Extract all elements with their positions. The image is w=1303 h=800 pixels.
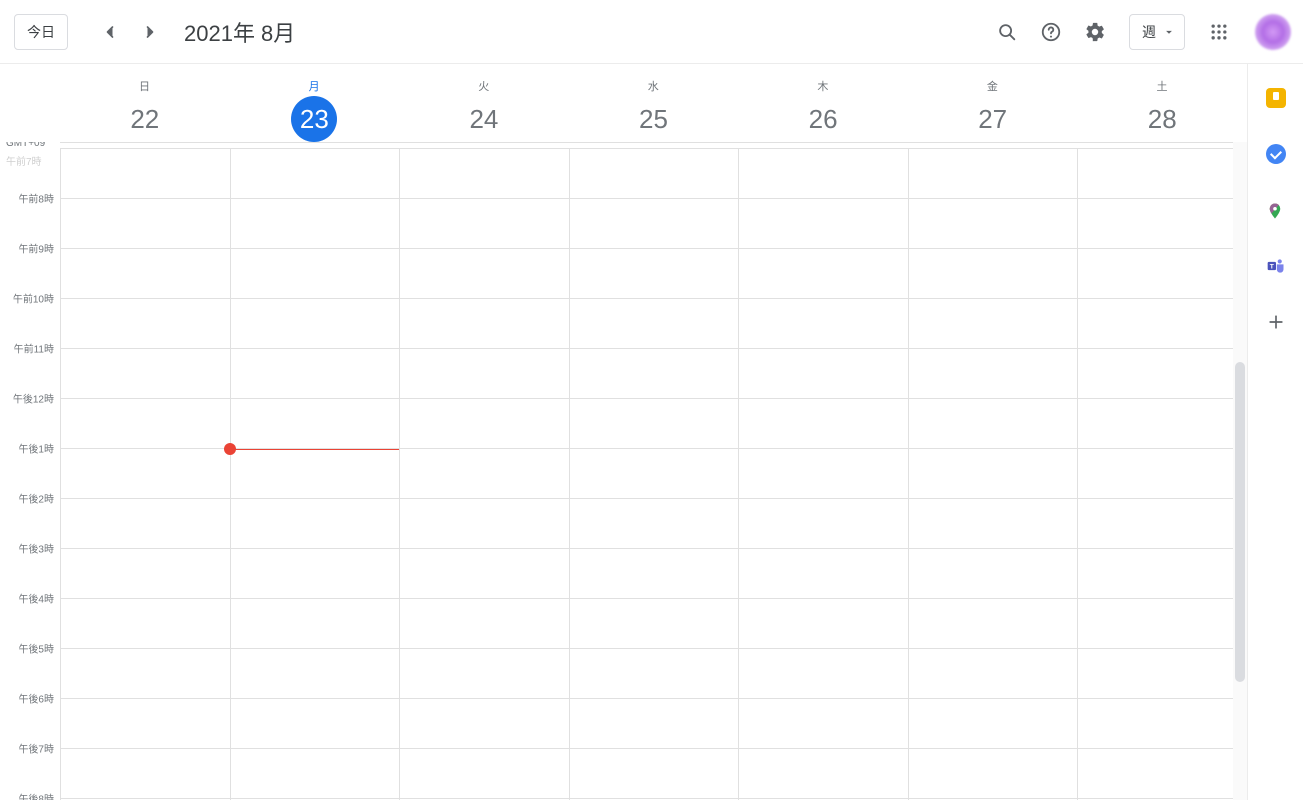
hour-label: 午前11時 <box>14 341 54 356</box>
day-header-26[interactable]: 木 26 <box>738 78 908 142</box>
view-select[interactable]: 週 <box>1129 14 1185 50</box>
day-number-label: 25 <box>631 96 677 142</box>
hour-gridline <box>60 398 1247 399</box>
search-button[interactable] <box>987 12 1027 52</box>
day-number-label: 26 <box>800 96 846 142</box>
day-of-week-label: 月 <box>309 78 321 94</box>
allday-separator <box>60 142 1247 143</box>
day-gridline <box>1077 148 1078 800</box>
next-week-button[interactable] <box>132 14 168 50</box>
hour-gridline <box>60 148 1247 149</box>
scroll-thumb[interactable] <box>1235 362 1245 682</box>
day-of-week-label: 日 <box>139 78 151 94</box>
day-of-week-label: 木 <box>817 78 829 94</box>
hour-gridline <box>60 348 1247 349</box>
hour-gutter: 午前8時午前9時午前10時午前11時午後12時午後1時午後2時午後3時午後4時午… <box>0 148 60 800</box>
day-header-25[interactable]: 水 25 <box>569 78 739 142</box>
calendar-header: 今日 2021年 8月 週 <box>0 0 1303 64</box>
hour-gridline <box>60 498 1247 499</box>
side-panel: T <box>1247 64 1303 800</box>
day-of-week-label: 水 <box>648 78 660 94</box>
day-header-28[interactable]: 土 28 <box>1077 78 1247 142</box>
view-select-label: 週 <box>1142 22 1156 42</box>
day-number-label: 24 <box>461 96 507 142</box>
day-gridline <box>569 148 570 800</box>
hour-label: 午後12時 <box>13 391 54 406</box>
day-of-week-label: 火 <box>478 78 490 94</box>
hour-label: 午後4時 <box>18 591 54 606</box>
apps-button[interactable] <box>1199 12 1239 52</box>
gear-icon <box>1084 21 1106 43</box>
day-header-22[interactable]: 日 22 <box>60 78 230 142</box>
hour-label: 午前10時 <box>13 291 54 306</box>
day-gridline <box>399 148 400 800</box>
hour-label: 午後6時 <box>18 691 54 706</box>
day-header-24[interactable]: 火 24 <box>399 78 569 142</box>
search-icon <box>996 21 1018 43</box>
date-range-title: 2021年 8月 <box>184 16 295 48</box>
hour-gridline <box>60 798 1247 799</box>
help-button[interactable] <box>1031 12 1071 52</box>
hour-label: 午前8時 <box>18 191 54 206</box>
day-gridline <box>60 148 61 800</box>
hour-label: 午前9時 <box>18 241 54 256</box>
calendar-grid-wrap: GMT+09 午前7時 午前8時午前9時午前10時午前11時午後12時午後1時午… <box>0 142 1247 800</box>
calendar-cells[interactable] <box>60 148 1247 800</box>
day-header-27[interactable]: 金 27 <box>908 78 1078 142</box>
day-number-label: 28 <box>1139 96 1185 142</box>
teams-app-icon[interactable]: T <box>1266 256 1286 276</box>
current-time-dot <box>224 443 236 455</box>
apps-grid-icon <box>1209 22 1229 42</box>
current-time-line <box>230 449 400 450</box>
help-icon <box>1040 21 1062 43</box>
tasks-app-icon[interactable] <box>1266 144 1286 164</box>
hour-label: 午後7時 <box>18 741 54 756</box>
day-header-23[interactable]: 月 23 <box>230 78 400 142</box>
day-of-week-label: 土 <box>1157 78 1169 94</box>
svg-text:T: T <box>1269 264 1273 271</box>
hour-gridline <box>60 198 1247 199</box>
prev-week-button[interactable] <box>92 14 128 50</box>
hour-label: 午後3時 <box>18 541 54 556</box>
settings-button[interactable] <box>1075 12 1115 52</box>
account-avatar[interactable] <box>1255 14 1291 50</box>
calendar-main: 日22月23火24水25木26金27土28 GMT+09 午前7時 午前8時午前… <box>0 64 1247 800</box>
week-day-header: 日 22 月 23 火 24 水 25 木 26 金 27 土 28 <box>0 64 1247 142</box>
hour-label: 午後8時 <box>18 791 54 800</box>
hour-label: 午後1時 <box>18 441 54 456</box>
day-gridline <box>230 148 231 800</box>
hour-label: 午後5時 <box>18 641 54 656</box>
day-number-label: 27 <box>970 96 1016 142</box>
caret-down-icon <box>1162 25 1176 39</box>
calendar-grid[interactable]: 午前8時午前9時午前10時午前11時午後12時午後1時午後2時午後3時午後4時午… <box>0 148 1247 800</box>
chevron-left-icon <box>100 22 120 42</box>
hour-label: 午後2時 <box>18 491 54 506</box>
hour-gridline <box>60 748 1247 749</box>
hour-gridline <box>60 648 1247 649</box>
day-of-week-label: 金 <box>987 78 999 94</box>
maps-app-icon[interactable] <box>1266 200 1286 220</box>
today-button[interactable]: 今日 <box>14 14 68 50</box>
day-number-label: 22 <box>122 96 168 142</box>
add-addon-button[interactable] <box>1266 312 1286 332</box>
day-number-label: 23 <box>291 96 337 142</box>
chevron-right-icon <box>140 22 160 42</box>
hour-gridline <box>60 598 1247 599</box>
hour-gridline <box>60 698 1247 699</box>
day-gridline <box>908 148 909 800</box>
hour-gridline <box>60 298 1247 299</box>
keep-app-icon[interactable] <box>1266 88 1286 108</box>
vertical-scrollbar[interactable] <box>1233 142 1247 800</box>
hour-gridline <box>60 548 1247 549</box>
hour-gridline <box>60 248 1247 249</box>
day-gridline <box>738 148 739 800</box>
